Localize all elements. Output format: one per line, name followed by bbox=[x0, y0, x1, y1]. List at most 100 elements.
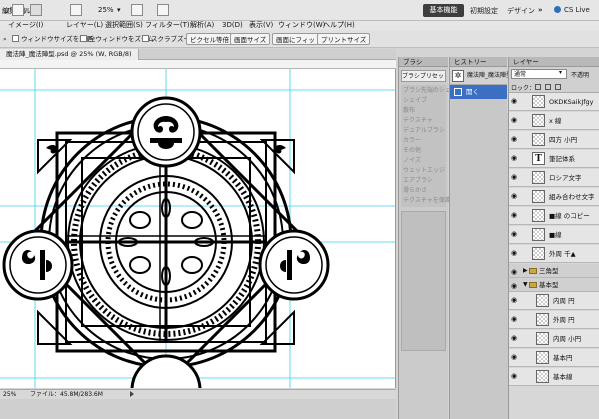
hand-tool-icon[interactable] bbox=[70, 4, 82, 16]
visibility-eye-icon[interactable]: ◉ bbox=[511, 373, 520, 380]
minibridge-icon[interactable] bbox=[30, 4, 42, 16]
layer-group-row[interactable]: ◉ ▼ 基本型 bbox=[509, 278, 599, 292]
history-snapshot[interactable]: ✲ 魔法陣_魔法陣型 bbox=[450, 67, 512, 85]
history-panel: ヒストリー ✲ 魔法陣_魔法陣型 開く bbox=[449, 57, 512, 419]
layer-name: 四方 小円 bbox=[549, 136, 578, 144]
checkbox-icon[interactable] bbox=[12, 35, 19, 42]
brush-option[interactable]: テクスチャを保護 bbox=[401, 196, 451, 206]
layer-group-row[interactable]: ◉ ▶ 三角型 bbox=[509, 264, 599, 278]
layer-row[interactable]: ◉ 外周 円 bbox=[509, 311, 599, 329]
layer-row[interactable]: ◉ 基本線 bbox=[509, 368, 599, 386]
visibility-eye-icon[interactable]: ◉ bbox=[511, 250, 520, 257]
zoom-status[interactable]: 25% bbox=[3, 390, 16, 399]
visibility-eye-icon[interactable]: ◉ bbox=[511, 231, 520, 238]
layer-thumbnail bbox=[532, 247, 545, 260]
visibility-eye-icon[interactable]: ◉ bbox=[511, 269, 520, 276]
visibility-eye-icon[interactable]: ◉ bbox=[511, 297, 520, 304]
chevron-down-icon[interactable]: ▼ bbox=[523, 281, 528, 288]
snapshot-name: 魔法陣_魔法陣型 bbox=[467, 72, 513, 79]
tab-brush[interactable]: ブラシ bbox=[399, 57, 448, 67]
brush-option[interactable]: ウェットエッジ bbox=[401, 166, 446, 176]
workspace-default-button[interactable]: 初期設定 bbox=[470, 6, 498, 16]
lock-position-icon[interactable] bbox=[555, 84, 561, 90]
visibility-eye-icon[interactable]: ◉ bbox=[511, 193, 520, 200]
layer-row[interactable]: ◉ 内周 小円 bbox=[509, 330, 599, 348]
layer-row[interactable]: ◉ 基本円 bbox=[509, 349, 599, 367]
layer-row[interactable]: ◉ ■線 のコピー bbox=[509, 207, 599, 225]
brush-option[interactable]: ブラシ先端のシェイプ bbox=[401, 86, 463, 96]
layer-row[interactable]: ◉ ロシア文字 bbox=[509, 169, 599, 187]
layer-lock-row: ロック： bbox=[509, 81, 599, 93]
visibility-eye-icon[interactable]: ◉ bbox=[511, 174, 520, 181]
brush-preset-button[interactable]: ブラシプリセット bbox=[401, 70, 446, 82]
visibility-eye-icon[interactable]: ◉ bbox=[511, 155, 520, 162]
layer-name: 内周 円 bbox=[553, 297, 575, 305]
layer-thumbnail bbox=[536, 370, 549, 383]
tab-layers[interactable]: レイヤー bbox=[509, 57, 599, 67]
zoom-level[interactable]: 25% bbox=[98, 4, 114, 16]
layer-row[interactable]: ◉ ■線 bbox=[509, 226, 599, 244]
visibility-eye-icon[interactable]: ◉ bbox=[511, 117, 520, 124]
chevron-down-icon: ▾ bbox=[559, 69, 563, 76]
visibility-eye-icon[interactable]: ◉ bbox=[511, 335, 520, 342]
layer-row[interactable]: ◉ 組み合わせ文字 bbox=[509, 188, 599, 206]
brush-option[interactable]: デュアルブラシ bbox=[401, 126, 446, 136]
lock-label: ロック： bbox=[511, 85, 536, 92]
cslive-button[interactable]: CS Live bbox=[564, 6, 590, 14]
snapshot-thumbnail-icon: ✲ bbox=[452, 70, 464, 82]
layer-name: 内周 小円 bbox=[553, 335, 582, 343]
actual-pixels-button[interactable]: ピクセル等倍 bbox=[186, 33, 233, 45]
text-layer-icon: T bbox=[532, 152, 545, 165]
status-arrow-icon[interactable] bbox=[130, 391, 136, 397]
layer-row[interactable]: ◉ 四方 小円 bbox=[509, 131, 599, 149]
screen-mode-icon[interactable] bbox=[157, 4, 169, 16]
brush-option[interactable]: 滑らかさ bbox=[401, 186, 446, 196]
visibility-eye-icon[interactable]: ◉ bbox=[511, 136, 520, 143]
workspace-essentials-button[interactable]: 基本機能 bbox=[423, 4, 464, 17]
layer-name: 筆記体系 bbox=[549, 155, 575, 163]
brush-option[interactable]: 散布 bbox=[401, 106, 446, 116]
brush-option[interactable]: ノイズ bbox=[401, 156, 446, 166]
brush-option[interactable]: エアブラシ bbox=[401, 176, 446, 186]
layer-row[interactable]: ◉ x 線 bbox=[509, 112, 599, 130]
history-state-open[interactable]: 開く bbox=[450, 85, 507, 99]
brush-option[interactable]: カラー bbox=[401, 136, 446, 146]
status-bar: 25% ファイル：45.8M/283.6M bbox=[0, 389, 396, 399]
layer-row[interactable]: ◉ OKDKSaikJfgy bbox=[509, 93, 599, 111]
workspace-design-button[interactable]: デザイン bbox=[507, 6, 535, 16]
layer-name: 外周 千▲ bbox=[549, 250, 576, 258]
arrange-documents-icon[interactable] bbox=[131, 4, 143, 16]
print-size-button[interactable]: プリントサイズ bbox=[317, 33, 371, 45]
brush-option[interactable]: シェイプ bbox=[401, 96, 446, 106]
visibility-eye-icon[interactable]: ◉ bbox=[511, 212, 520, 219]
layer-name: 組み合わせ文字 bbox=[549, 193, 595, 201]
layer-thumbnail bbox=[532, 171, 545, 184]
fit-screen-button[interactable]: 画面サイズ bbox=[230, 33, 271, 45]
document-tab[interactable]: 魔法陣_魔法陣型.psd @ 25% (W, RGB/8) bbox=[0, 49, 139, 60]
visibility-eye-icon[interactable]: ◉ bbox=[511, 98, 520, 105]
layer-thumbnail bbox=[536, 294, 549, 307]
chevron-down-icon[interactable]: ▾ bbox=[117, 4, 121, 16]
lock-transparency-icon[interactable] bbox=[535, 84, 541, 90]
lock-image-icon[interactable] bbox=[545, 84, 551, 90]
visibility-eye-icon[interactable]: ◉ bbox=[511, 316, 520, 323]
bridge-icon[interactable] bbox=[12, 4, 24, 16]
tab-history[interactable]: ヒストリー bbox=[450, 57, 507, 67]
layer-row[interactable]: ◉ 内周 円 bbox=[509, 292, 599, 310]
brush-option[interactable]: テクスチャ bbox=[401, 116, 446, 126]
document-canvas[interactable] bbox=[0, 60, 396, 388]
brush-option[interactable]: その他 bbox=[401, 146, 446, 156]
layer-thumbnail bbox=[536, 332, 549, 345]
layer-row[interactable]: ◉ T 筆記体系 bbox=[509, 150, 599, 168]
checkbox-icon[interactable] bbox=[142, 35, 149, 42]
horizontal-scrollbar[interactable] bbox=[0, 399, 396, 419]
visibility-eye-icon[interactable]: ◉ bbox=[511, 354, 520, 361]
more-workspaces-button[interactable]: » bbox=[538, 6, 543, 14]
layers-panel: レイヤー 通常 ▾ 不透明 ロック： ◉ OKDKSaikJfgy ◉ x 線 ◉ 四方 … bbox=[508, 57, 599, 419]
chevron-right-icon[interactable]: ▶ bbox=[523, 267, 528, 274]
layer-row[interactable]: ◉ 外周 千▲ bbox=[509, 245, 599, 263]
document-tab-bar: 魔法陣_魔法陣型.psd @ 25% (W, RGB/8) bbox=[0, 49, 396, 60]
cslive-icon bbox=[554, 6, 561, 13]
visibility-eye-icon[interactable]: ◉ bbox=[511, 283, 520, 290]
checkbox-icon[interactable] bbox=[80, 35, 87, 42]
